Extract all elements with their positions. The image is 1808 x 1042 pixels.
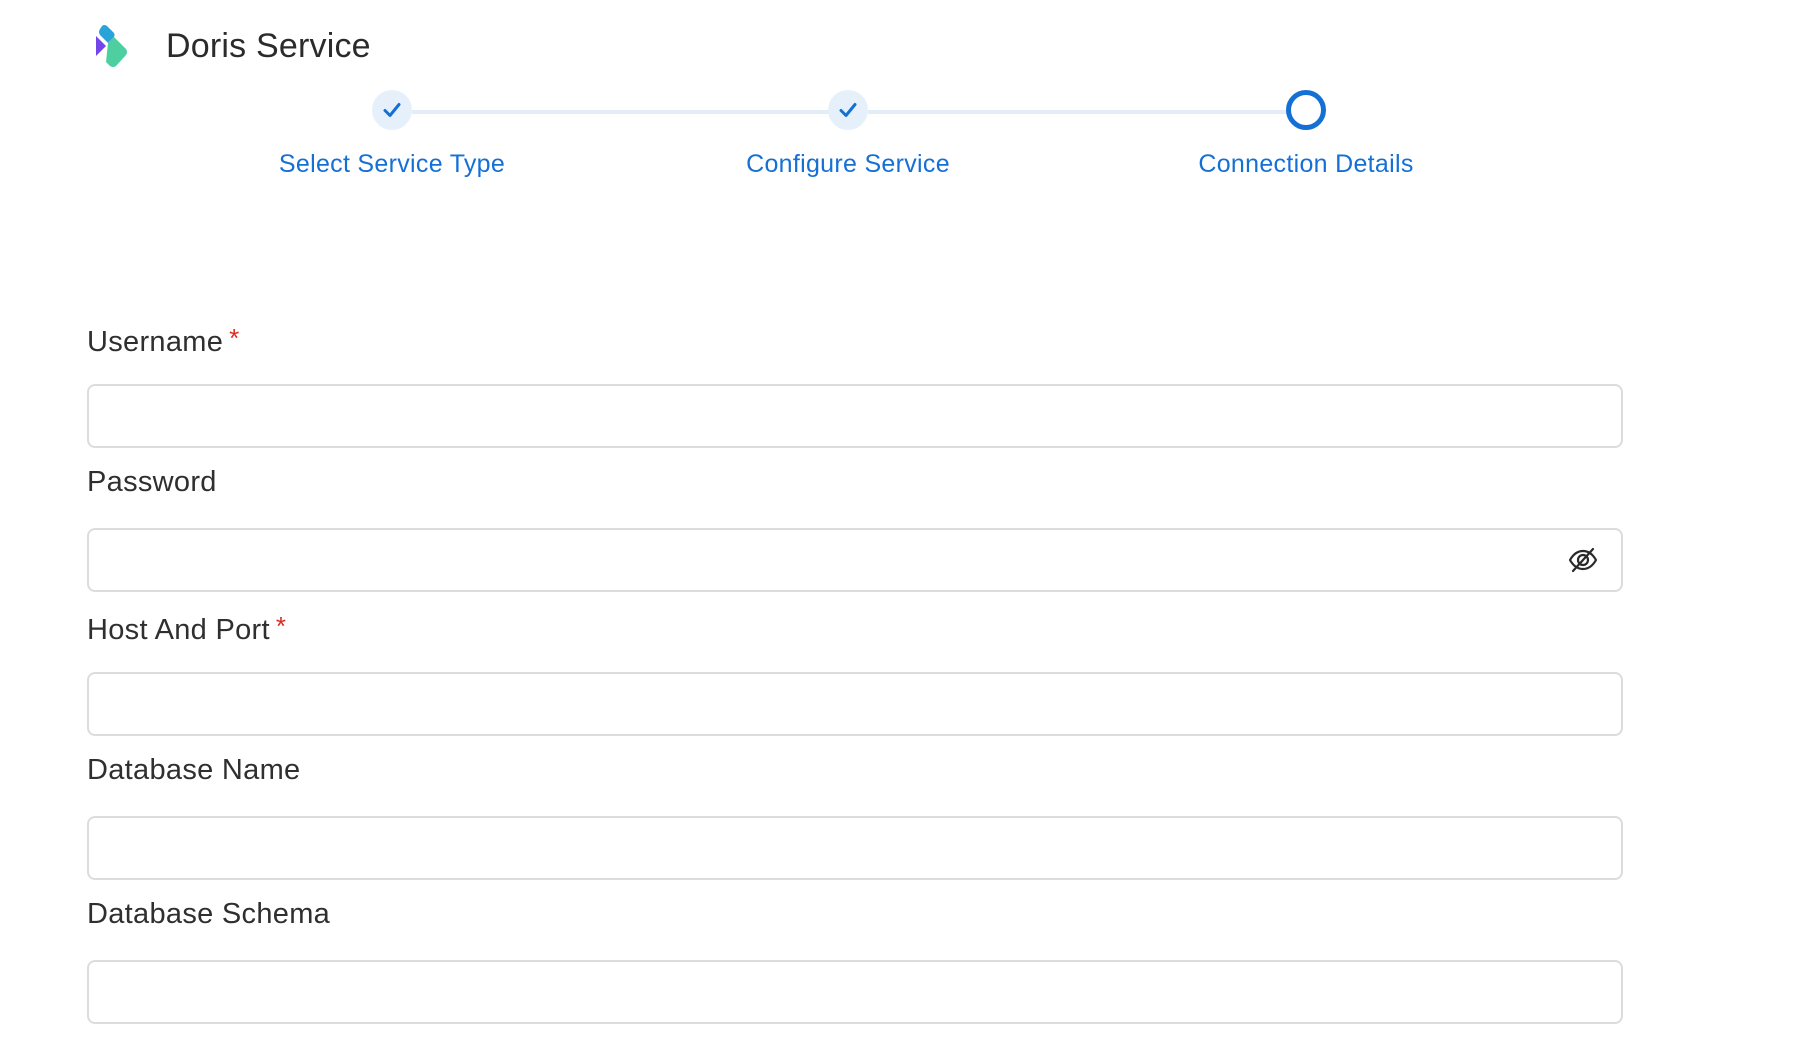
password-label-text: Password xyxy=(87,466,217,498)
connection-form: Username * Password Host And Port * Data… xyxy=(87,318,1623,1038)
password-input[interactable] xyxy=(89,530,1621,590)
database-schema-input-box xyxy=(87,960,1623,1024)
database-name-input-box xyxy=(87,816,1623,880)
openmetadata-logo-icon xyxy=(96,25,127,67)
required-marker: * xyxy=(229,323,240,353)
password-input-box xyxy=(87,528,1623,592)
step-label: Select Service Type xyxy=(278,150,506,178)
step-label: Configure Service xyxy=(746,150,950,178)
host-port-input-box xyxy=(87,672,1623,736)
database-schema-field-group: Database Schema xyxy=(87,894,1623,1038)
database-schema-input[interactable] xyxy=(89,962,1621,1022)
step-connection-details[interactable]: Connection Details xyxy=(1106,90,1506,179)
username-field-group: Username * xyxy=(87,318,1623,462)
database-schema-label: Database Schema xyxy=(87,894,1623,934)
host-port-label-text: Host And Port xyxy=(87,614,270,646)
step-current-indicator xyxy=(1286,90,1326,130)
step-completed-indicator xyxy=(372,90,412,130)
password-field-group: Password xyxy=(87,462,1623,606)
database-name-input[interactable] xyxy=(89,818,1621,878)
step-completed-indicator xyxy=(828,90,868,130)
host-port-input[interactable] xyxy=(89,674,1621,734)
page-title: Doris Service xyxy=(166,26,371,65)
username-label-text: Username xyxy=(87,326,224,358)
step-configure-service[interactable]: Configure Service xyxy=(648,90,1048,179)
page-header: Doris Service xyxy=(92,20,371,72)
step-select-service-type[interactable]: Select Service Type xyxy=(192,90,592,179)
database-name-field-group: Database Name xyxy=(87,750,1623,894)
page: Doris Service Select Service Type Config… xyxy=(0,0,1808,1042)
database-schema-label-text: Database Schema xyxy=(87,898,331,930)
step-label: Connection Details xyxy=(1198,150,1414,178)
check-icon xyxy=(839,103,857,117)
required-marker: * xyxy=(275,611,287,641)
database-name-label-text: Database Name xyxy=(87,754,301,786)
password-label: Password xyxy=(87,462,1623,502)
username-input-box xyxy=(87,384,1623,448)
host-port-field-group: Host And Port * xyxy=(87,606,1623,750)
database-name-label: Database Name xyxy=(87,750,1623,790)
username-input[interactable] xyxy=(89,386,1621,446)
progress-stepper: Select Service Type Configure Service Co… xyxy=(0,90,1808,200)
host-port-label: Host And Port * xyxy=(87,606,1623,646)
check-icon xyxy=(383,103,401,117)
username-label: Username * xyxy=(87,318,1623,358)
eye-slash-icon[interactable] xyxy=(1567,544,1599,576)
